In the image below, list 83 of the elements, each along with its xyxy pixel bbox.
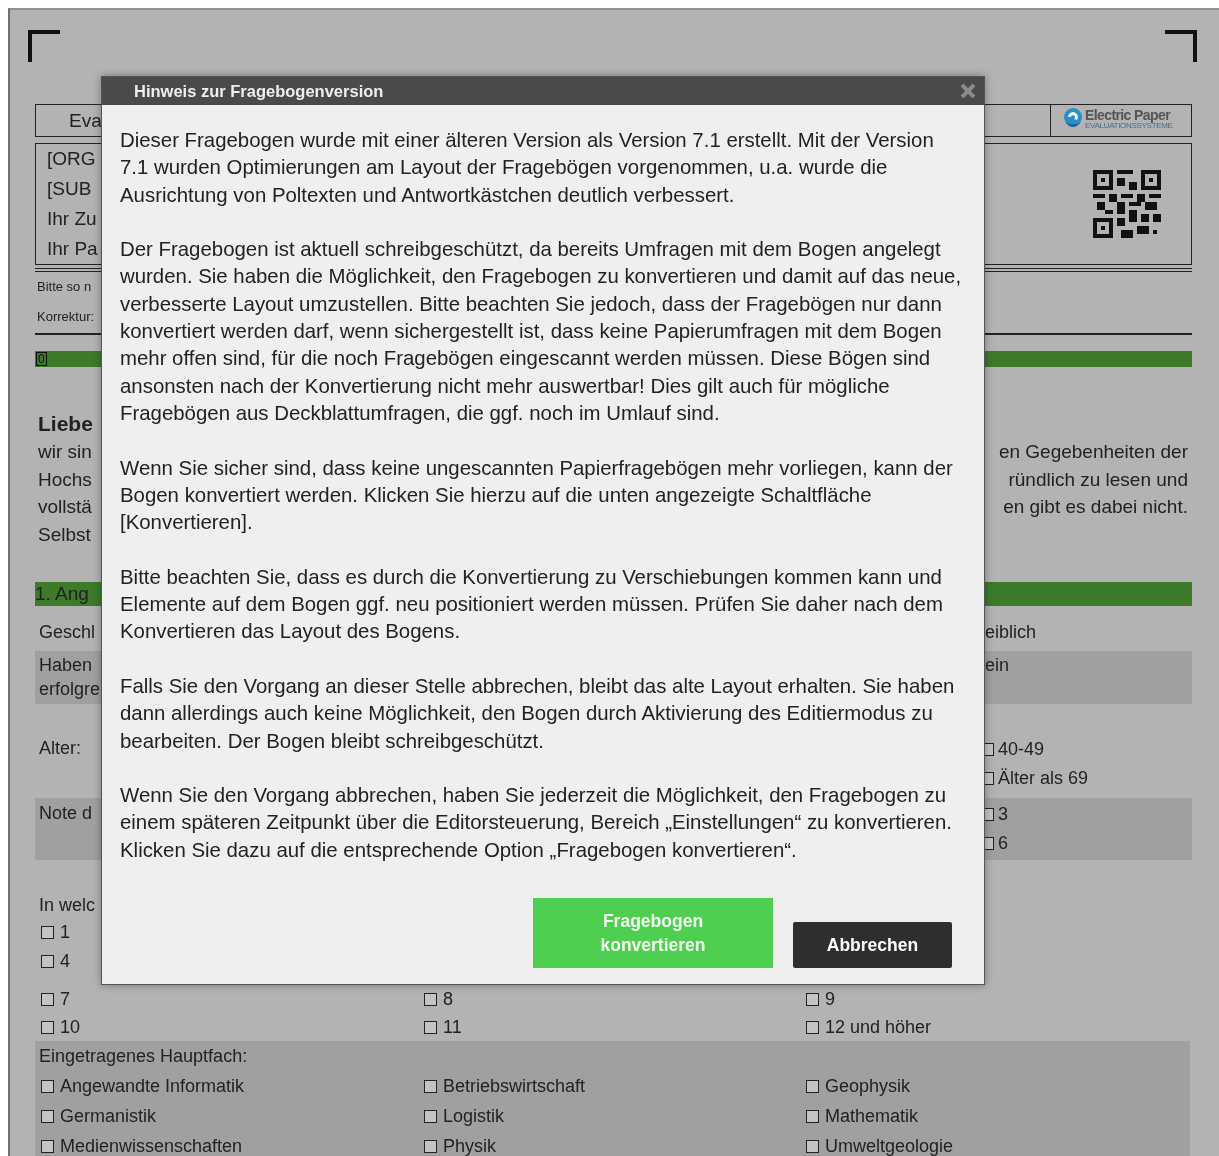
option-label: 8 xyxy=(443,988,453,1011)
checkbox[interactable] xyxy=(985,837,994,850)
note-text: Bitte so n xyxy=(36,278,93,296)
question-text: Eingetragenes Hauptfach: xyxy=(38,1045,249,1068)
option-label: Logistik xyxy=(443,1105,505,1128)
logo-icon xyxy=(1063,106,1083,130)
option-label: 4 xyxy=(60,950,70,973)
qr-code-icon xyxy=(1093,170,1161,238)
info-line: [ORG xyxy=(46,147,97,171)
bar-label: 0 xyxy=(36,352,47,366)
intro-text: vollstä xyxy=(37,495,93,519)
dialog-paragraph: Bitte beachten Sie, dass es durch die Konvertierung zu Verschiebungen kommen kann und Elemente auf dem Bogen ggf. neu positioniert werden müssen. Prüfen Sie daher nach dem Konvertieren das Layout des Bogens. xyxy=(120,564,944,645)
question-text: Note d xyxy=(38,802,94,825)
option-label: Älter als 69 xyxy=(998,767,1089,790)
checkbox[interactable] xyxy=(41,926,54,939)
corner-mark-icon xyxy=(28,30,60,62)
option-label: Mathematik xyxy=(825,1105,919,1128)
dialog-paragraph: Der Fragebogen ist aktuell schreibgeschützt, da bereits Umfragen mit dem Bogen angelegt wurden. Sie haben die Möglichkeit, den Fragebogen zu konvertieren und damit auf das neue, verbesserte Layout umzustellen. Bitte beachten Sie jedoch, dass der Fragebögen nur dann konvertiert werden darf, wenn sichergestellt ist, dass keine Papierumfragen mit dem Bogen mehr offen sind, für die noch Fragebögen eingescannt werden müssen. Diese Bögen sind ansonsten nach der Konvertierung nicht mehr auswertbar! Dies gilt auch für mögliche Fragebögen aus Deckblattumfragen, die ggf. noch im Umlauf sind. xyxy=(120,237,963,426)
option-label: 11 xyxy=(443,1016,462,1039)
option-label: Betriebswirtschaft xyxy=(443,1075,586,1098)
checkbox[interactable] xyxy=(985,808,994,821)
checkbox[interactable] xyxy=(424,992,437,1006)
checkbox[interactable] xyxy=(41,1109,54,1123)
intro-text: en gibt es dabei nicht. xyxy=(1002,495,1188,519)
logo-name: Electric Paper xyxy=(1085,108,1172,122)
question-text: In welc xyxy=(38,894,97,917)
option-label: Medienwissenschaften xyxy=(60,1135,243,1156)
checkbox[interactable] xyxy=(41,1079,54,1093)
dialog-title: Hinweis zur Fragebogenversion xyxy=(134,81,384,101)
checkbox[interactable] xyxy=(41,955,54,968)
question-text: Alter: xyxy=(38,737,82,760)
checkbox[interactable] xyxy=(424,1079,437,1093)
option-label: 10 xyxy=(60,1016,81,1039)
note-text: Korrektur: xyxy=(36,308,96,326)
option-label: 40-49 xyxy=(998,738,1045,761)
dialog-paragraph: Wenn Sie sicher sind, dass keine ungescannten Papierfragebögen mehr vorliegen, kann der Bogen konvertiert werden. Klicken Sie hierzu auf die unten angezeigte Schaltfläche [Konvertieren]. xyxy=(120,455,954,536)
checkbox[interactable] xyxy=(41,992,54,1006)
cancel-button[interactable]: Abbrechen xyxy=(793,922,952,968)
checkbox[interactable] xyxy=(424,1139,437,1153)
checkbox[interactable] xyxy=(806,1139,819,1153)
question-text: ein xyxy=(985,654,1011,677)
option-label: 6 xyxy=(998,832,1008,855)
question-text: Haben xyxy=(38,654,94,677)
intro-text: ründlich zu lesen und xyxy=(1007,467,1188,492)
checkbox[interactable] xyxy=(41,1139,54,1153)
intro-text: Hochs xyxy=(37,467,93,492)
info-line: Ihr Pa xyxy=(46,237,99,261)
close-icon[interactable] xyxy=(960,83,976,99)
checkbox[interactable] xyxy=(424,1020,437,1034)
dialog-paragraph: Falls Sie den Vorgang an dieser Stelle abbrechen, bleibt das alte Layout erhalten. Sie haben dann allerdings auch keine Möglichkeit, den Bogen durch Aktivierung des Editiermodus zu bearbeiten. Der Bogen bleibt schreibgeschützt. xyxy=(120,673,956,754)
option-label: 9 xyxy=(825,988,835,1011)
checkbox[interactable] xyxy=(424,1109,437,1123)
checkbox[interactable] xyxy=(806,1020,819,1034)
corner-mark-icon xyxy=(1165,30,1197,62)
dialog-paragraph: Wenn Sie den Vorgang abbrechen, haben Sie jederzeit die Möglichkeit, den Fragebogen zu einem späteren Zeitpunkt über die Editorsteuerung, Bereich „Einstellungen“ zu konvertieren. Klicken Sie dazu auf die entsprechende Option „Fragebogen konvertieren“. xyxy=(120,783,953,863)
info-line: Ihr Zu xyxy=(46,207,98,231)
checkbox[interactable] xyxy=(41,1020,54,1034)
intro-text: en Gegebenheiten der xyxy=(997,440,1188,464)
question-text: erfolgre xyxy=(38,678,101,701)
checkbox[interactable] xyxy=(806,1109,819,1123)
info-line: [SUB xyxy=(46,177,93,201)
option-label: 12 und höher xyxy=(825,1016,932,1039)
option-label: Angewandte Informatik xyxy=(60,1075,245,1098)
question-text: Geschl xyxy=(38,621,97,644)
checkbox[interactable] xyxy=(985,772,994,785)
checkbox[interactable] xyxy=(985,743,994,756)
intro-text: wir sin xyxy=(37,440,93,464)
question-text: eiblich xyxy=(985,621,1038,644)
option-label: Germanistik xyxy=(60,1105,157,1128)
greeting-text: Liebe xyxy=(38,412,93,435)
option-label: 3 xyxy=(998,803,1008,826)
checkbox[interactable] xyxy=(806,1079,819,1093)
dialog-paragraph: Dieser Fragebogen wurde mit einer älteren Version als Version 7.1 erstellt. Mit der Version 7.1 wurden Optimierungen am Layout der Fragebögen vorgenommen, u.a. wurde die Ausrichtung von Poltexten und Antwortkästchen deutlich verbessert. xyxy=(120,128,935,208)
section-title: 1. Ang xyxy=(35,583,89,605)
option-label: 1 xyxy=(60,921,70,944)
option-label: Geophysik xyxy=(825,1075,911,1098)
option-label: Umweltgeologie xyxy=(825,1135,954,1156)
option-label: Physik xyxy=(443,1135,496,1156)
checkbox[interactable] xyxy=(806,992,819,1006)
option-label: 7 xyxy=(60,988,70,1011)
logo-tagline: EVALUATIONSSYSTEME xyxy=(1085,122,1173,130)
intro-text: Selbst xyxy=(37,522,92,547)
form-title: Eva xyxy=(69,109,102,132)
